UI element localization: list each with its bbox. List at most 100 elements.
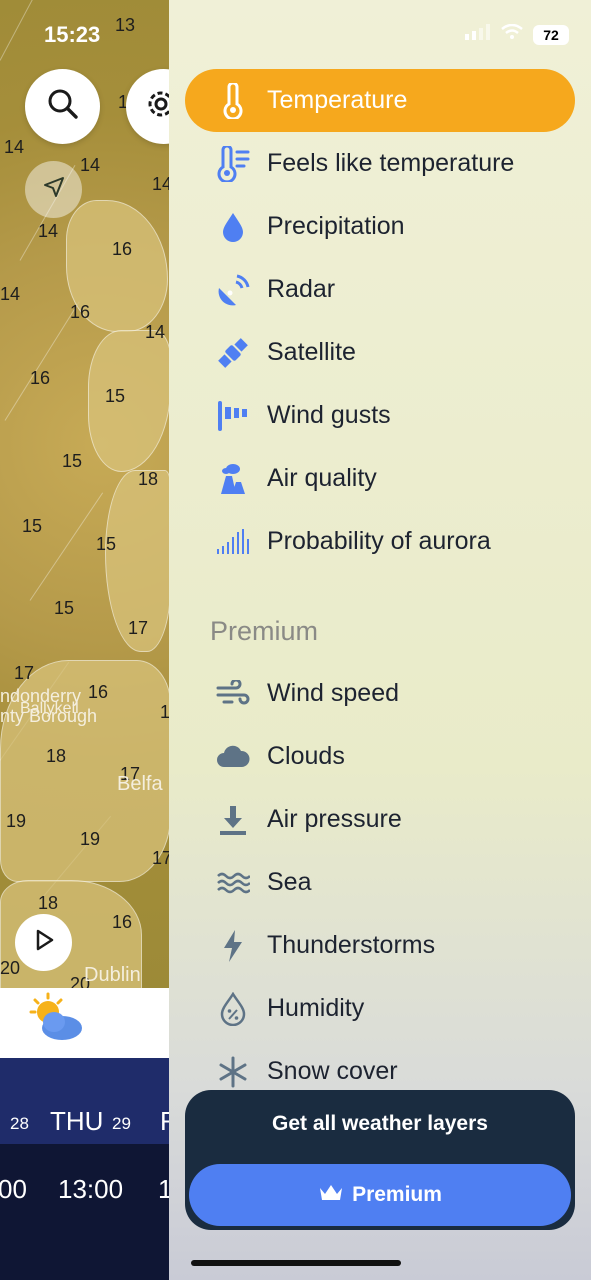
locate-button[interactable] xyxy=(25,161,82,218)
aurora-icon xyxy=(209,510,257,573)
map-temperature: 14 xyxy=(38,221,59,241)
day-number: 29 xyxy=(112,1114,131,1133)
layer-label: Radar xyxy=(267,275,336,303)
layer-item-temperature[interactable]: Temperature xyxy=(185,69,575,132)
waves-icon xyxy=(209,851,257,914)
map-temperature: 13 xyxy=(115,15,136,35)
map-temperature: 15 xyxy=(54,598,75,618)
premium-button-label: Premium xyxy=(352,1183,442,1206)
forecast-times[interactable]: 00 13:00 1 xyxy=(0,1144,172,1280)
map-temperature: 16 xyxy=(70,302,91,322)
map-place-label: Belfa xyxy=(117,773,163,795)
premium-section-title: Premium xyxy=(210,616,319,646)
wind-icon xyxy=(209,662,257,725)
layer-label: Sea xyxy=(267,868,312,896)
play-icon xyxy=(31,927,57,958)
status-time: 15:23 xyxy=(44,22,101,47)
map-temperature: 17 xyxy=(152,848,169,868)
layer-item-sea[interactable]: Sea xyxy=(185,851,575,914)
map-temperature: 16 xyxy=(30,368,51,388)
map-temperature: 19 xyxy=(80,829,101,849)
lightning-icon xyxy=(209,914,257,977)
raindrop-icon xyxy=(209,195,257,258)
premium-promo-card: Get all weather layers Premium xyxy=(185,1090,575,1230)
map-temperature: 15 xyxy=(62,451,83,471)
map-temperature: 14 xyxy=(145,322,166,342)
layer-item-aurora[interactable]: Probability of aurora xyxy=(185,510,575,573)
battery-indicator: 72 xyxy=(533,24,569,45)
layer-item-air-quality[interactable]: Air quality xyxy=(185,447,575,510)
layer-label: Humidity xyxy=(267,994,365,1022)
day-label: THU xyxy=(50,1106,104,1136)
navigation-arrow-icon xyxy=(42,175,66,204)
layer-item-satellite[interactable]: Satellite xyxy=(185,321,575,384)
map-temperature: 16 xyxy=(88,682,109,702)
settings-button[interactable] xyxy=(126,69,169,144)
humidity-icon xyxy=(209,977,257,1040)
layer-label: Feels like temperature xyxy=(267,149,515,177)
weather-map[interactable]: 15:23 13 1 14 14 14 14 16 14 16 14 16 15… xyxy=(0,0,169,988)
map-temperature: 14 xyxy=(4,137,25,157)
signal-icon xyxy=(465,24,491,45)
wifi-icon xyxy=(501,23,523,45)
day-number: 28 xyxy=(10,1114,29,1133)
status-indicators: 72 xyxy=(465,23,569,45)
layer-item-thunderstorms[interactable]: Thunderstorms xyxy=(185,914,575,977)
layer-label: Air pressure xyxy=(267,805,402,833)
layer-label: Wind speed xyxy=(267,679,400,707)
map-temperature: 15 xyxy=(105,386,126,406)
crown-icon xyxy=(318,1182,344,1208)
layer-label: Thunderstorms xyxy=(267,931,436,959)
radar-icon xyxy=(209,258,257,321)
layer-item-wind-gusts[interactable]: Wind gusts xyxy=(185,384,575,447)
factory-icon xyxy=(209,447,257,510)
feels-like-icon xyxy=(209,132,257,195)
map-temperature: 15 xyxy=(22,516,43,536)
map-temperature: 19 xyxy=(6,811,27,831)
layer-item-air-pressure[interactable]: Air pressure xyxy=(185,788,575,851)
promo-title: Get all weather layers xyxy=(272,1112,488,1135)
layer-label: Precipitation xyxy=(267,212,405,240)
time-label: 00 xyxy=(0,1174,27,1204)
forecast-days[interactable]: 28 THU 29 F xyxy=(0,1058,176,1144)
layer-label: Air quality xyxy=(267,464,377,492)
layer-item-clouds[interactable]: Clouds xyxy=(185,725,575,788)
map-temperature: 20 xyxy=(0,958,21,978)
layer-item-precipitation[interactable]: Precipitation xyxy=(185,195,575,258)
layer-label: Wind gusts xyxy=(267,401,391,429)
gear-icon xyxy=(146,89,169,124)
layers-drawer: 72 Temperature Feels like temperature Pr… xyxy=(169,0,591,1280)
play-button[interactable] xyxy=(15,914,72,971)
layer-label: Snow cover xyxy=(267,1057,398,1085)
map-temperature: 18 xyxy=(138,469,159,489)
layer-label: Probability of aurora xyxy=(267,527,491,555)
map-temperature: 17 xyxy=(128,618,149,638)
map-temperature: 14 xyxy=(0,284,21,304)
premium-button[interactable]: Premium xyxy=(189,1164,571,1226)
cloud-icon xyxy=(209,725,257,788)
map-temperature: 1 xyxy=(160,702,169,722)
layer-item-humidity[interactable]: Humidity xyxy=(185,977,575,1040)
time-label: 13:00 xyxy=(58,1174,124,1204)
home-indicator[interactable] xyxy=(191,1260,401,1266)
wind-gusts-icon xyxy=(209,384,257,447)
map-place-label: Dublin xyxy=(84,964,141,986)
map-temperature: 16 xyxy=(112,912,133,932)
layer-label: Satellite xyxy=(267,338,356,366)
map-temperature: 14 xyxy=(152,174,169,194)
layer-item-feels-like[interactable]: Feels like temperature xyxy=(185,132,575,195)
layer-label: Clouds xyxy=(267,742,345,770)
map-temperature: 18 xyxy=(46,746,67,766)
map-temperature: 15 xyxy=(96,534,117,554)
map-temperature: 17 xyxy=(14,663,35,683)
map-temperature: 14 xyxy=(80,155,101,175)
search-button[interactable] xyxy=(25,69,100,144)
partly-cloudy-icon xyxy=(26,992,86,1049)
weather-icon-strip xyxy=(0,988,169,1058)
layer-item-radar[interactable]: Radar xyxy=(185,258,575,321)
search-icon xyxy=(46,87,80,126)
layer-label: Temperature xyxy=(267,86,408,114)
map-temperature: 18 xyxy=(38,893,59,913)
map-place-label: nty Borough xyxy=(0,706,98,726)
layer-item-wind-speed[interactable]: Wind speed xyxy=(185,662,575,725)
